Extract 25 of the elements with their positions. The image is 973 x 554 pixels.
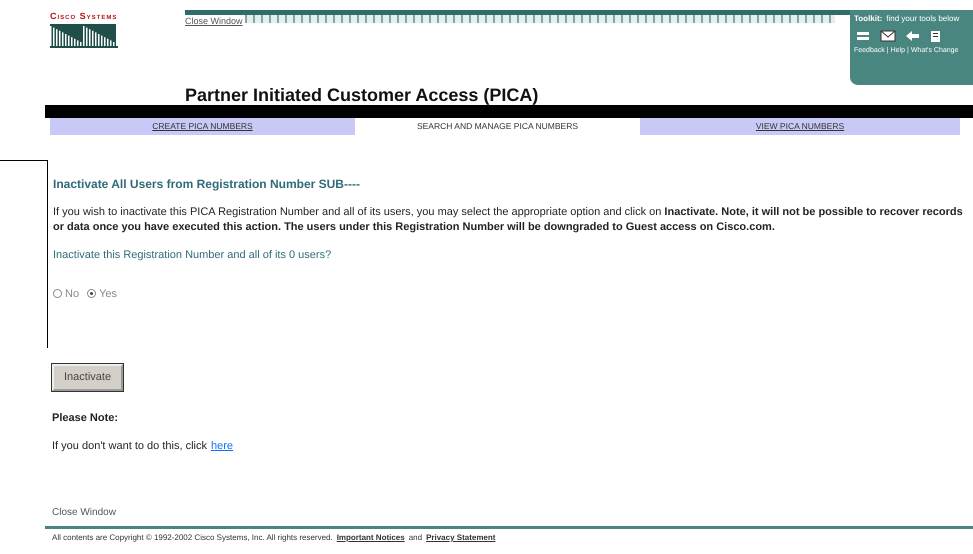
inactivate-button[interactable]: Inactivate xyxy=(52,364,124,390)
page-title: Partner Initiated Customer Access (PICA) xyxy=(185,85,540,105)
nav-tab[interactable]: CREATE PICA NUMBERS xyxy=(50,118,355,135)
radio-option[interactable]: Yes xyxy=(87,286,118,302)
footer-link[interactable]: Privacy Statement xyxy=(426,532,496,544)
question-text: Inactivate this Registration Number and all of its 0 users? xyxy=(53,248,332,263)
copyright-text: All contents are Copyright © 1992-2002 Cisco Systems, Inc. All rights reserved. xyxy=(52,532,333,544)
note-title: Please Note: xyxy=(52,410,120,426)
close-window-link[interactable]: Close Window xyxy=(185,15,241,85)
note-text: If you don't want to do this, click xyxy=(52,439,207,454)
toolkit-title: Toolkit: xyxy=(854,13,882,25)
arrow-icon[interactable] xyxy=(906,30,920,42)
document-icon[interactable] xyxy=(930,30,941,43)
footer-link[interactable]: Important Notices xyxy=(336,532,405,544)
toolkit-hint: find your tools below xyxy=(886,13,960,25)
logo-text: Cisco Systems xyxy=(50,10,118,23)
footer-text: and xyxy=(408,532,422,544)
nav-tab[interactable]: VIEW PICA NUMBERS xyxy=(640,118,960,135)
section-heading: Inactivate All Users from Registration Number SUB---- xyxy=(53,176,361,193)
logo-icon xyxy=(50,24,118,50)
here-link[interactable]: here xyxy=(210,438,233,454)
intro-paragraph: If you wish to inactivate this PICA Registration Number and all of its users, you may select the appropriate option and click on Inactivate. Note, it will not be possible to recover records or data once you have executed this action. The users under this Registration Number will be downgraded to Guest access on Cisco.com. xyxy=(53,205,964,235)
radio-option[interactable]: No xyxy=(53,286,80,302)
close-window-link[interactable]: Close Window xyxy=(52,504,116,520)
envelope-icon[interactable] xyxy=(880,30,896,42)
